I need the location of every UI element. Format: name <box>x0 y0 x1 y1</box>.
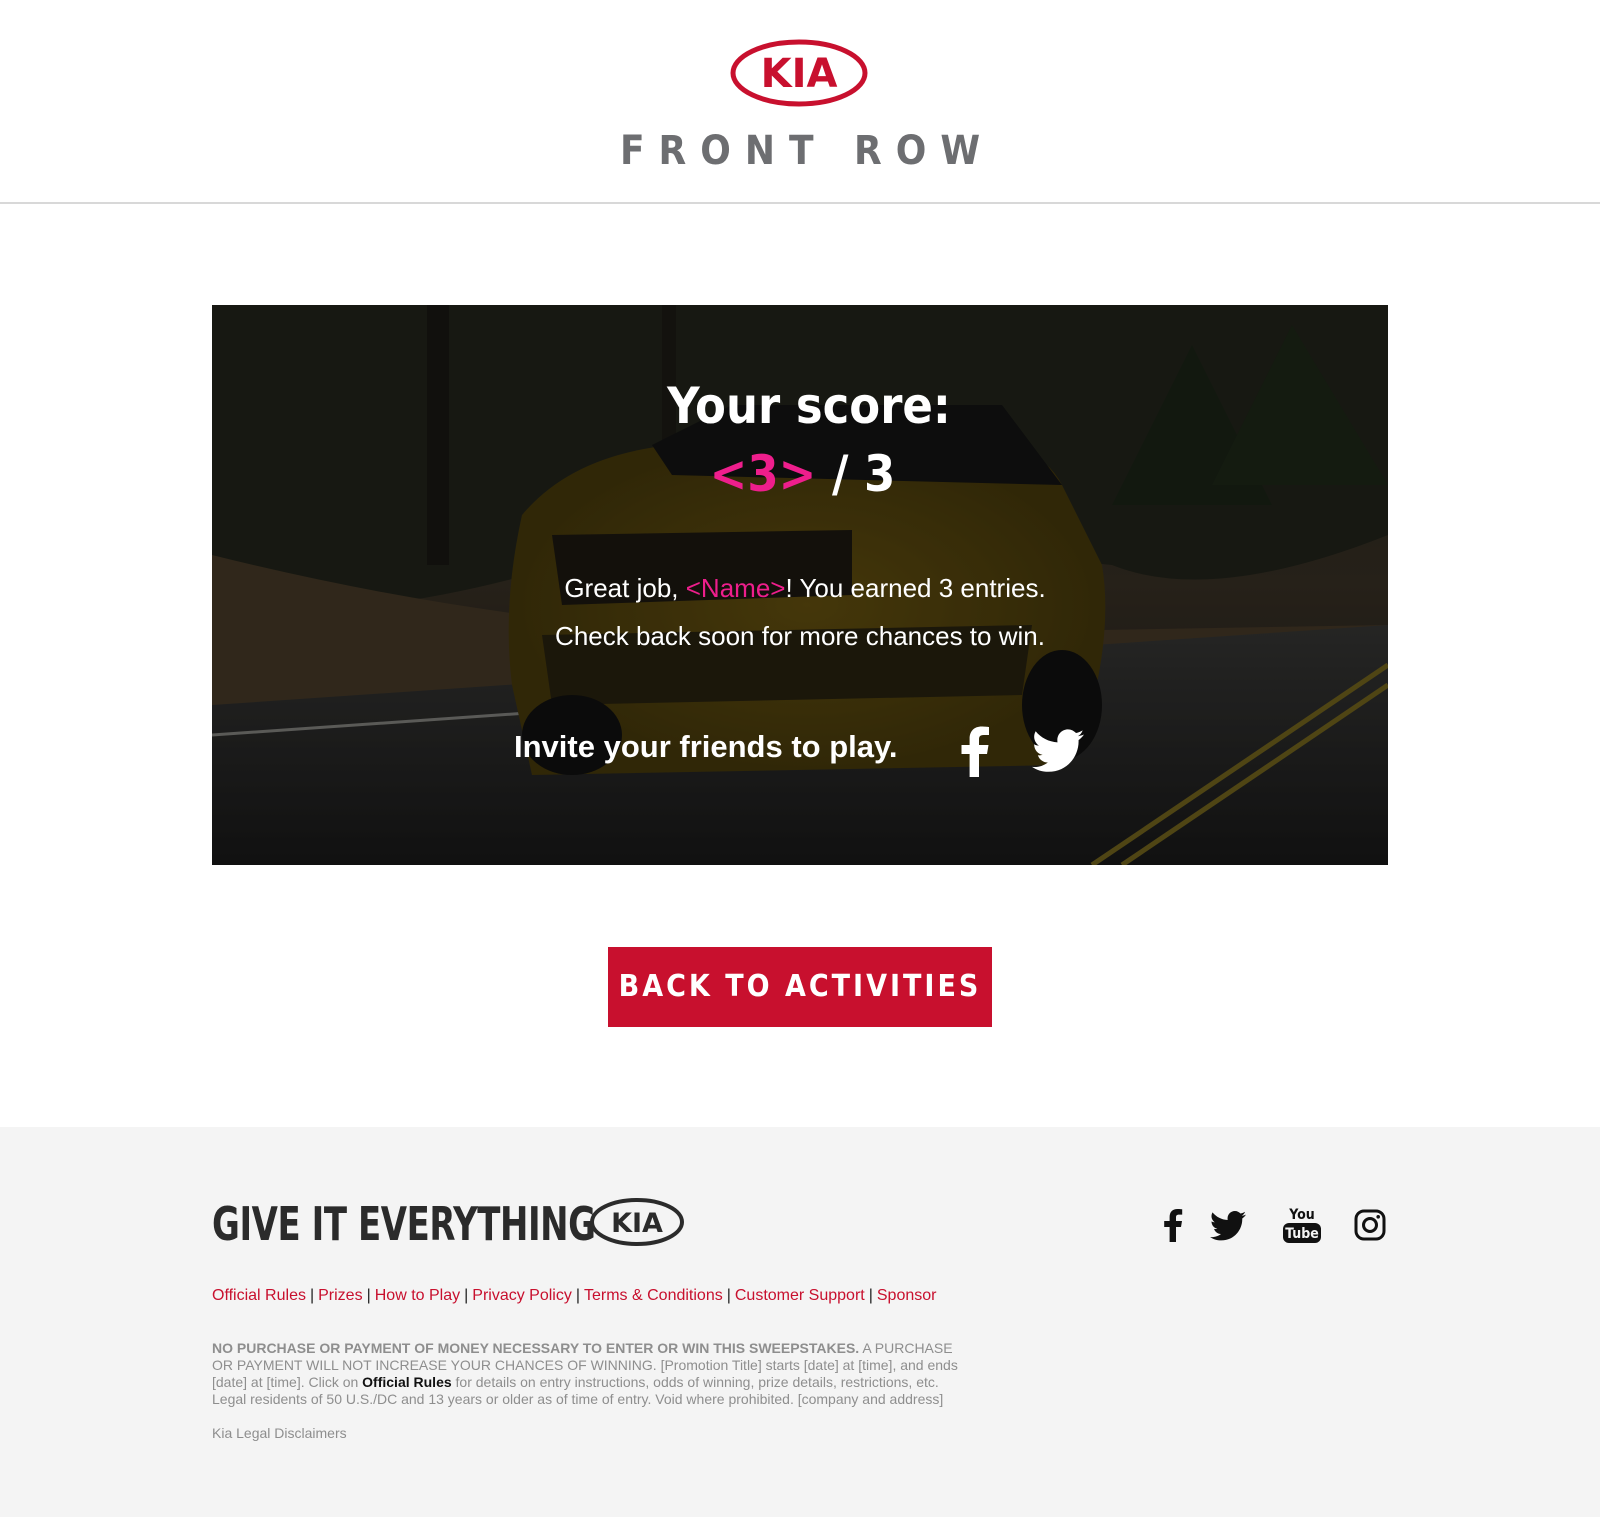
link-separator: | <box>464 1287 469 1304</box>
score-value: <3> <box>709 445 817 503</box>
message-suffix: ! You earned 3 entries. <box>785 573 1046 603</box>
customer-support-link[interactable]: Customer Support <box>735 1287 865 1304</box>
legal-bold: NO PURCHASE OR PAYMENT OF MONEY NECESSAR… <box>212 1340 860 1356</box>
footer-links: Official Rules | Prizes | How to Play | Privac… <box>212 1287 936 1305</box>
twitter-icon[interactable] <box>1210 1211 1246 1241</box>
link-separator: | <box>366 1287 371 1304</box>
kia-legal-disclaimers-link[interactable]: Kia Legal Disclaimers <box>212 1425 347 1441</box>
svg-text:You: You <box>1288 1207 1314 1223</box>
score-heading: Your score: <box>667 377 951 435</box>
legal-text: NO PURCHASE OR PAYMENT OF MONEY NECESSAR… <box>212 1340 964 1408</box>
link-separator: | <box>868 1287 873 1304</box>
privacy-policy-link[interactable]: Privacy Policy <box>472 1287 572 1304</box>
youtube-icon[interactable]: You Tube <box>1282 1205 1322 1245</box>
facebook-icon[interactable] <box>960 725 990 777</box>
official-rules-link[interactable]: Official Rules <box>212 1287 306 1304</box>
link-separator: | <box>575 1287 580 1304</box>
link-separator: | <box>726 1287 731 1304</box>
score-hero: Your score: <3> / 3 Great job, <Name>! Y… <box>212 305 1388 865</box>
svg-text:KIA: KIA <box>611 1208 663 1239</box>
footer-tagline: GIVE IT EVERYTHING <box>212 1197 596 1251</box>
site-footer: GIVE IT EVERYTHING KIA You Tube Official… <box>0 1127 1600 1517</box>
instagram-icon[interactable] <box>1354 1209 1386 1241</box>
result-message: Great job, <Name>! You earned 3 entries. <box>212 573 1388 604</box>
facebook-icon[interactable] <box>1163 1208 1183 1242</box>
link-separator: | <box>309 1287 315 1304</box>
terms-conditions-link[interactable]: Terms & Conditions <box>584 1287 723 1304</box>
how-to-play-link[interactable]: How to Play <box>375 1287 460 1304</box>
back-to-activities-button[interactable]: BACK TO ACTIVITIES <box>608 947 992 1027</box>
invite-text: Invite your friends to play. <box>514 729 898 764</box>
site-header: KIA FRONT ROW <box>0 0 1600 204</box>
svg-text:Tube: Tube <box>1285 1226 1319 1242</box>
kia-logo[interactable]: KIA <box>730 38 868 108</box>
prizes-link[interactable]: Prizes <box>318 1287 362 1304</box>
twitter-icon[interactable] <box>1032 729 1084 773</box>
message-prefix: Great job, <box>564 573 686 603</box>
page-subtitle: FRONT ROW <box>619 128 995 174</box>
legal-official-rules-link[interactable]: Official Rules <box>362 1374 451 1390</box>
player-name: <Name> <box>685 573 786 603</box>
sponsor-link[interactable]: Sponsor <box>877 1287 937 1304</box>
score-total: / 3 <box>816 445 896 503</box>
check-back-message: Check back soon for more chances to win. <box>555 621 1045 651</box>
kia-logo[interactable]: KIA <box>589 1197 685 1247</box>
hero-content: Your score: <3> / 3 Great job, <Name>! Y… <box>212 305 1388 865</box>
svg-text:KIA: KIA <box>761 51 838 97</box>
score-display: <3> / 3 <box>212 445 1388 503</box>
